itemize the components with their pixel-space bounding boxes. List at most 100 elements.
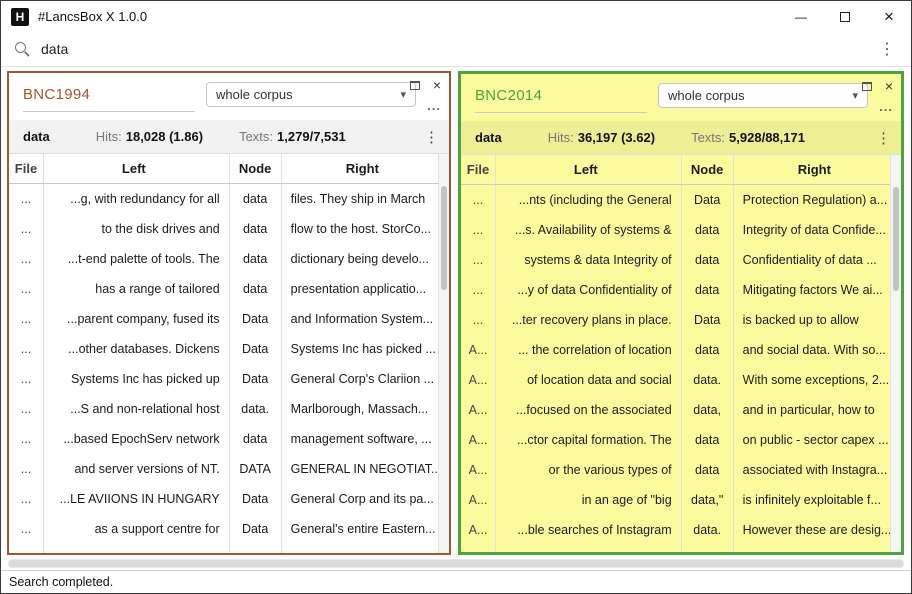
concordance-row[interactable]: A...... the correlation of locationdataa… [461,335,890,365]
concordance-row[interactable]: ......y of data Confidentiality ofdataMi… [461,275,890,305]
vertical-scrollbar[interactable] [890,155,901,552]
concordance-row[interactable]: ......parent company, fused itsDataand I… [9,304,438,334]
search-icon [15,42,29,56]
concordance-row[interactable]: A...of location data and socialdata.With… [461,365,890,395]
left-cell: ...nts (including the General [495,185,681,215]
node-cell: Data [681,305,733,335]
right-cell: General in relation... [281,544,438,553]
stats-menu-kebab-icon[interactable]: ⋮ [424,128,439,146]
stats-menu-kebab-icon[interactable]: ⋮ [876,129,891,147]
right-cell: presentation applicatio... [281,274,438,304]
node-cell: data [681,545,733,552]
file-cell: A... [461,365,495,395]
right-cell: and Information System... [281,304,438,334]
column-header-file[interactable]: File [9,154,43,183]
left-cell: in an age of "big [495,485,681,515]
column-header-right[interactable]: Right [733,155,890,184]
node-cell: data [681,275,733,305]
minimize-button[interactable]: — [779,1,823,32]
node-cell: data [229,424,281,454]
panel-more-button[interactable]: ... [427,98,441,113]
table-body: ......nts (including the GeneralDataProt… [461,185,890,552]
panel-close-button[interactable]: × [885,78,893,94]
concordance-row[interactable]: A......ctor capital formation. Thedataon… [461,425,890,455]
column-header-right[interactable]: Right [281,154,438,183]
left-cell: ...other databases. Dickens [43,334,229,364]
horizontal-scrollbar-thumb[interactable] [9,560,903,567]
scrollbar-thumb[interactable] [441,186,447,290]
concordance-row[interactable]: ...as a support centre forDataGeneral's … [9,514,438,544]
concordance-row[interactable]: ...to the disk drives anddataflow to the… [9,214,438,244]
panel-close-button[interactable]: × [433,77,441,93]
node-word: data [475,130,502,145]
concordance-row[interactable]: ...has a range of tailoreddatapresentati… [9,274,438,304]
right-cell: Confidentiality of data ... [733,245,890,275]
concordance-row[interactable]: A......of the location and socialdataass… [461,545,890,552]
concordance-row[interactable]: ......other databases. DickensDataSystem… [9,334,438,364]
column-header-node[interactable]: Node [229,154,281,183]
concordance-row[interactable]: ......ter recovery plans in place.Datais… [461,305,890,335]
search-menu-kebab-icon[interactable]: ⋮ [873,39,901,59]
vertical-scrollbar[interactable] [438,154,449,553]
file-cell: ... [9,424,43,454]
node-cell: data [681,245,733,275]
concordance-row[interactable]: A......focused on the associateddata,and… [461,395,890,425]
node-cell: Data [681,185,733,215]
file-cell: A... [461,335,495,365]
concordance-row[interactable]: A...in an age of "bigdata,"is infinitely… [461,485,890,515]
left-cell: ...g, with redundancy for all [43,184,229,214]
corpus-panel-bnc1994: BNC1994 whole corpus ▾ × ... data Hits: … [7,71,451,555]
concordance-row[interactable]: A...or the various types ofdataassociate… [461,455,890,485]
concordance-row[interactable]: ......t-end palette of tools. Thedatadic… [9,244,438,274]
right-cell: General Corp's Clariion ... [281,364,438,394]
stats-bar: data Hits: 36,197 (3.62) Texts: 5,928/88… [461,121,901,155]
concordance-row[interactable]: ...systems & data Integrity ofdataConfid… [461,245,890,275]
close-button[interactable]: × [867,1,911,32]
left-cell: ...LE AVIIONS IN HUNGARY [43,484,229,514]
concordance-row[interactable]: ...and server versions of NT.DATAGENERAL… [9,454,438,484]
concordance-row[interactable]: ......by PHARE... it isDataGeneral in re… [9,544,438,553]
left-cell: ...ble searches of Instagram [495,515,681,545]
concordance-row[interactable]: ......nts (including the GeneralDataProt… [461,185,890,215]
node-cell: data, [681,395,733,425]
concordance-row[interactable]: A......ble searches of Instagramdata.How… [461,515,890,545]
concordance-row[interactable]: ......g, with redundancy for alldatafile… [9,184,438,214]
panel-header: BNC2014 whole corpus ▾ × ... [461,74,901,121]
left-cell: ...based EpochServ network [43,424,229,454]
file-cell: ... [461,185,495,215]
concordance-row[interactable]: ......S and non-relational hostdata.Marl… [9,394,438,424]
concordance-row[interactable]: ...Systems Inc has picked upDataGeneral … [9,364,438,394]
corpus-selector-dropdown[interactable]: whole corpus ▾ [206,82,416,107]
status-text: Search completed. [9,575,113,589]
horizontal-scrollbar[interactable] [8,559,904,568]
right-cell: flow to the host. StorCo... [281,214,438,244]
concordance-row[interactable]: ......based EpochServ networkdatamanagem… [9,424,438,454]
node-cell: Data [229,514,281,544]
column-header-file[interactable]: File [461,155,495,184]
corpus-panel-bnc2014: BNC2014 whole corpus ▾ × ... data Hits: … [458,71,904,555]
panel-more-button[interactable]: ... [879,99,893,114]
node-cell: data [681,425,733,455]
file-cell: ... [461,215,495,245]
panel-popout-button[interactable] [410,81,420,90]
scrollbar-thumb[interactable] [893,187,899,291]
right-cell: With some exceptions, 2... [733,365,890,395]
file-cell: A... [461,545,495,552]
panel-popout-button[interactable] [862,82,872,91]
maximize-button[interactable] [823,1,867,32]
search-input[interactable] [41,41,873,57]
column-header-left[interactable]: Left [495,155,681,184]
file-cell: A... [461,425,495,455]
texts-label: Texts: [239,129,273,144]
corpus-selector-dropdown[interactable]: whole corpus ▾ [658,83,868,108]
panel-title: BNC2014 [475,87,647,113]
column-header-node[interactable]: Node [681,155,733,184]
concordance-table: File Left Node Right ......g, with redun… [9,154,449,553]
column-header-left[interactable]: Left [43,154,229,183]
right-cell: However these are desig... [733,515,890,545]
concordance-row[interactable]: ......s. Availability of systems &dataIn… [461,215,890,245]
node-cell: DATA [229,454,281,484]
left-cell: systems & data Integrity of [495,245,681,275]
concordance-row[interactable]: ......LE AVIIONS IN HUNGARYDataGeneral C… [9,484,438,514]
right-cell: and social data. With so... [733,335,890,365]
